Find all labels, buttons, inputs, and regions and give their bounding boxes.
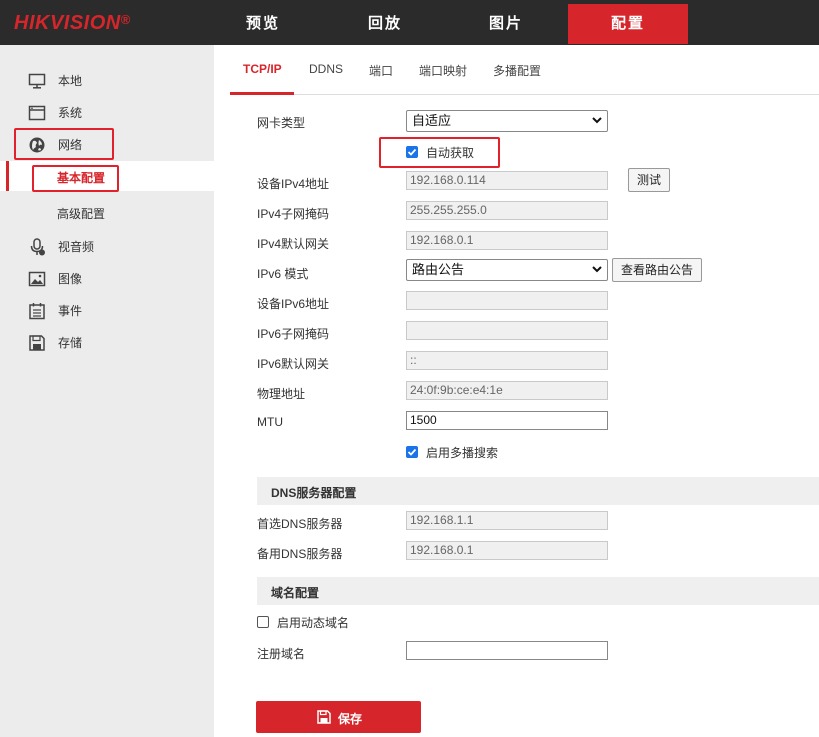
ipv4-mask-label: IPv4子网掩码 <box>257 207 330 221</box>
nav-configuration[interactable]: 配置 <box>568 4 688 44</box>
sidebar-item-event[interactable]: 事件 <box>0 296 214 324</box>
sidebar-item-label: 图像 <box>58 272 83 286</box>
ddns-enable-checkbox[interactable] <box>257 616 269 628</box>
sidebar-item-label: 存储 <box>58 336 83 350</box>
window-icon <box>28 105 46 121</box>
sidebar-item-label: 系统 <box>58 106 83 120</box>
sidebar-subitem-label: 高级配置 <box>57 207 106 221</box>
floppy-icon <box>29 335 45 351</box>
sidebar-subitem-advanced-config[interactable]: 高级配置 <box>0 197 214 227</box>
nav-playback[interactable]: 回放 <box>325 4 445 44</box>
sidebar-item-label: 网络 <box>58 138 83 152</box>
tab-divider <box>230 94 819 95</box>
nic-type-select[interactable]: 自适应 <box>406 110 608 132</box>
ipv4-mask-field[interactable]: 255.255.255.0 <box>406 201 608 220</box>
globe-icon <box>29 137 45 153</box>
mac-address-label: 物理地址 <box>257 387 306 401</box>
sidebar-item-image[interactable]: 图像 <box>0 264 214 292</box>
sidebar-item-video-audio[interactable]: 视音频 <box>0 232 214 260</box>
sidebar-item-local[interactable]: 本地 <box>0 66 214 94</box>
tab-port-mapping[interactable]: 端口映射 <box>419 62 467 92</box>
dhcp-label: 自动获取 <box>426 146 475 160</box>
sidebar: 本地 系统 网络 基本配置 高级配置 视音频 图像 事件 存储 <box>0 45 214 737</box>
view-route-advertisement-button[interactable]: 查看路由公告 <box>612 258 702 282</box>
chevron-down-icon <box>592 117 602 124</box>
sidebar-item-label: 事件 <box>58 304 83 318</box>
mac-address-field[interactable]: 24:0f:9b:ce:e4:1e <box>406 381 608 400</box>
ipv4-gateway-field[interactable]: 192.168.0.1 <box>406 231 608 250</box>
ipv4-address-field[interactable]: 192.168.0.114 <box>406 171 608 190</box>
sidebar-subitem-label: 基本配置 <box>57 171 106 185</box>
ipv6-gateway-field[interactable]: :: <box>406 351 608 370</box>
tab-multicast[interactable]: 多播配置 <box>493 62 541 92</box>
sidebar-subitem-basic-config[interactable]: 基本配置 <box>0 161 214 191</box>
primary-dns-field[interactable]: 192.168.1.1 <box>406 511 608 530</box>
checkmark-icon <box>407 148 417 156</box>
floppy-icon <box>317 710 331 724</box>
logo-text: HIKVISION <box>14 12 121 34</box>
sidebar-item-storage[interactable]: 存储 <box>0 328 214 356</box>
nic-type-value: 自适应 <box>412 113 452 128</box>
microphone-icon <box>30 238 45 256</box>
secondary-dns-label: 备用DNS服务器 <box>257 547 343 561</box>
mtu-field[interactable]: 1500 <box>406 411 608 430</box>
test-button[interactable]: 测试 <box>628 168 670 192</box>
tab-tcp-ip[interactable]: TCP/IP <box>243 62 282 92</box>
dns-section-title: DNS服务器配置 <box>271 486 357 500</box>
ipv6-mask-label: IPv6子网掩码 <box>257 327 330 341</box>
sidebar-item-network[interactable]: 网络 <box>0 130 214 158</box>
multicast-search-checkbox[interactable] <box>406 446 418 458</box>
hikvision-logo: HIKVISION® <box>14 12 131 35</box>
multicast-search-label: 启用多播搜索 <box>426 446 499 460</box>
nav-preview[interactable]: 预览 <box>203 4 323 44</box>
tab-ddns[interactable]: DDNS <box>309 62 343 92</box>
ipv6-address-field[interactable] <box>406 291 608 310</box>
register-domain-label: 注册域名 <box>257 647 306 661</box>
mtu-label: MTU <box>257 415 283 429</box>
nav-picture[interactable]: 图片 <box>446 4 566 44</box>
ipv6-mode-label: IPv6 模式 <box>257 267 309 281</box>
chevron-down-icon <box>592 266 602 273</box>
ipv6-mode-select[interactable]: 路由公告 <box>406 259 608 281</box>
ipv6-mask-field[interactable] <box>406 321 608 340</box>
sidebar-item-label: 视音频 <box>58 240 95 254</box>
logo-registered-mark: ® <box>120 12 131 27</box>
ipv6-mode-value: 路由公告 <box>412 262 465 277</box>
ipv4-gateway-label: IPv4默认网关 <box>257 237 330 251</box>
top-navigation-bar: HIKVISION® 预览 回放 图片 配置 <box>0 0 819 45</box>
register-domain-field[interactable] <box>406 641 608 660</box>
ipv6-address-label: 设备IPv6地址 <box>257 297 330 311</box>
sidebar-item-system[interactable]: 系统 <box>0 98 214 126</box>
active-tab-indicator <box>230 92 294 95</box>
domain-section-title: 域名配置 <box>271 586 320 600</box>
ddns-enable-label: 启用动态域名 <box>277 616 350 630</box>
calendar-icon <box>29 303 45 320</box>
primary-dns-label: 首选DNS服务器 <box>257 517 343 531</box>
monitor-icon <box>28 73 46 89</box>
save-button-label: 保存 <box>338 712 363 726</box>
sidebar-item-label: 本地 <box>58 74 83 88</box>
domain-section-header: 域名配置 <box>257 577 819 605</box>
ipv4-address-label: 设备IPv4地址 <box>257 177 330 191</box>
ipv6-gateway-label: IPv6默认网关 <box>257 357 330 371</box>
dhcp-checkbox[interactable] <box>406 146 418 158</box>
dns-section-header: DNS服务器配置 <box>257 477 819 505</box>
image-icon <box>28 271 46 287</box>
nic-type-label: 网卡类型 <box>257 116 306 130</box>
tab-port[interactable]: 端口 <box>369 62 393 92</box>
checkmark-icon <box>407 448 417 456</box>
save-button[interactable]: 保存 <box>256 701 421 733</box>
secondary-dns-field[interactable]: 192.168.0.1 <box>406 541 608 560</box>
